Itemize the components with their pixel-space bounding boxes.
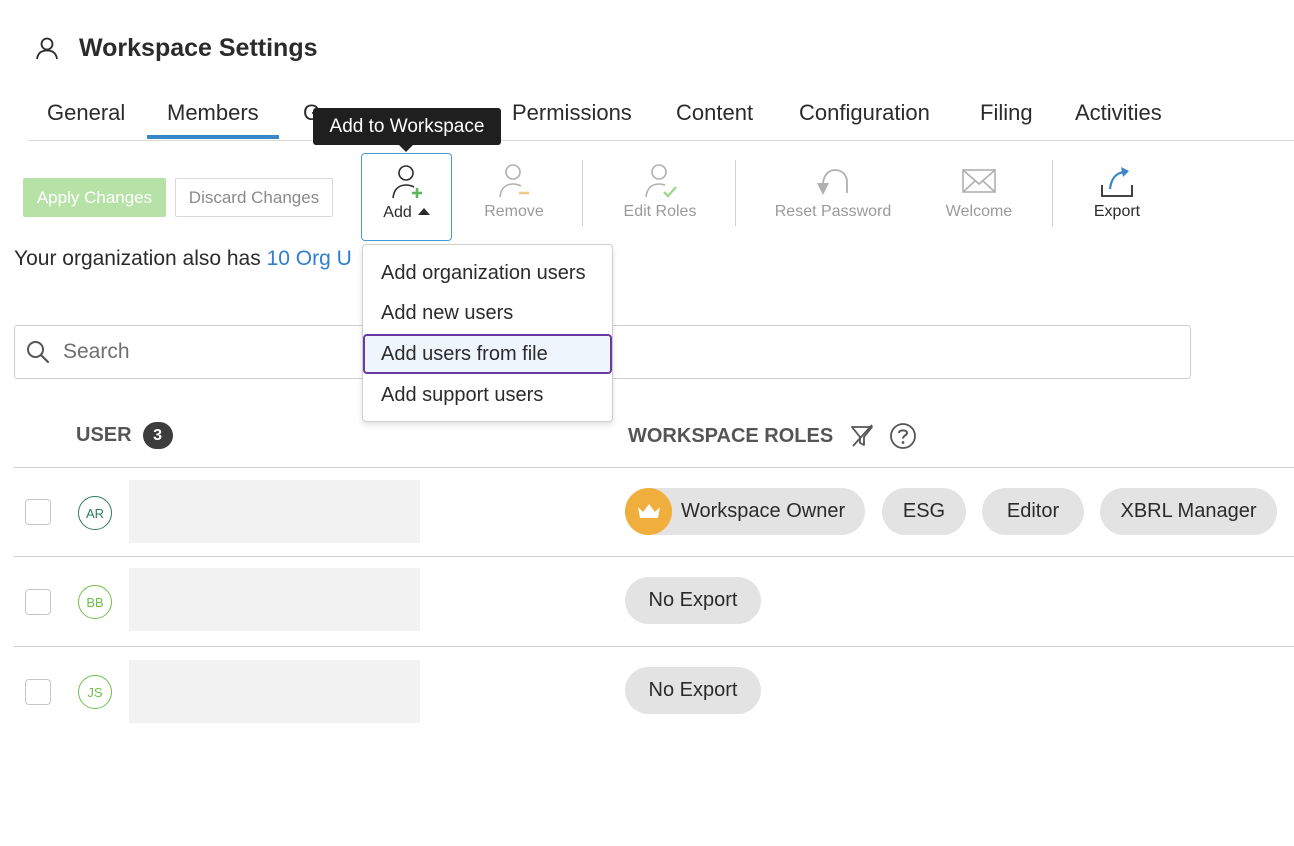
org-users-notice: Your organization also has 10 Org U — [14, 247, 352, 271]
help-icon[interactable] — [889, 422, 917, 450]
menu-item-add-support-users[interactable]: Add support users — [363, 375, 612, 415]
row-checkbox[interactable] — [25, 499, 51, 525]
add-button-label: Add — [383, 204, 412, 221]
reset-icon — [817, 169, 848, 195]
add-menu: Add organization users Add new users Add… — [362, 244, 613, 422]
user-name-redacted — [129, 480, 420, 543]
remove-user-icon — [499, 164, 529, 198]
user-column-header: USER 3 — [76, 422, 173, 449]
menu-item-add-users-from-file[interactable]: Add users from file — [363, 334, 612, 374]
row-divider — [14, 556, 1294, 557]
edit-roles-label: Edit Roles — [623, 203, 697, 220]
user-header-label: USER — [76, 424, 132, 446]
avatar: AR — [78, 496, 112, 530]
role-pill-esg: ESG — [882, 488, 966, 535]
remove-label: Remove — [484, 203, 544, 220]
edit-roles-button[interactable]: Edit Roles — [610, 153, 710, 241]
filter-off-icon[interactable] — [849, 423, 875, 449]
menu-item-add-new-users[interactable]: Add new users — [363, 293, 612, 333]
page-title: Workspace Settings — [79, 33, 318, 62]
edit-roles-icon — [645, 164, 677, 198]
add-tooltip: Add to Workspace — [313, 108, 501, 152]
tab-filing[interactable]: Filing — [980, 100, 1033, 126]
avatar: BB — [78, 585, 112, 619]
tab-activities[interactable]: Activities — [1075, 100, 1162, 126]
toolbar-divider — [1052, 160, 1053, 226]
tab-general[interactable]: General — [47, 100, 125, 126]
welcome-label: Welcome — [945, 203, 1013, 220]
remove-button[interactable]: Remove — [474, 153, 554, 241]
org-users-link[interactable]: 10 Org U — [267, 247, 352, 270]
tab-members[interactable]: Members — [147, 100, 279, 139]
roles-header-label: WORKSPACE ROLES — [628, 424, 834, 447]
table-divider — [14, 467, 1294, 468]
user-name-redacted — [129, 660, 420, 723]
welcome-button[interactable]: Welcome — [939, 153, 1019, 241]
role-label: Workspace Owner — [681, 500, 846, 522]
page-header: Workspace Settings — [34, 30, 318, 66]
export-icon — [1101, 167, 1133, 197]
reset-password-button[interactable]: Reset Password — [770, 153, 896, 241]
role-pill-workspace-owner: Workspace Owner — [625, 488, 865, 535]
role-pill-xbrl-manager: XBRL Manager — [1100, 488, 1277, 535]
avatar: JS — [78, 675, 112, 709]
role-pill-no-export: No Export — [625, 667, 761, 714]
export-label: Export — [1093, 203, 1141, 220]
search-icon — [27, 341, 50, 364]
tab-content[interactable]: Content — [676, 100, 753, 126]
roles-column-header: WORKSPACE ROLES — [628, 422, 917, 450]
tab-bar: General Members G Permissions Content Co… — [28, 98, 1294, 141]
crown-icon — [625, 488, 672, 535]
search-input[interactable] — [61, 339, 1165, 365]
user-count-badge: 3 — [142, 422, 173, 449]
row-divider — [14, 646, 1294, 647]
export-button[interactable]: Export — [1080, 153, 1154, 241]
add-user-icon — [391, 165, 422, 199]
tab-permissions[interactable]: Permissions — [512, 100, 632, 126]
row-checkbox[interactable] — [25, 679, 51, 705]
role-pill-editor: Editor — [982, 488, 1084, 535]
row-checkbox[interactable] — [25, 589, 51, 615]
reset-password-label: Reset Password — [774, 203, 892, 220]
user-name-redacted — [129, 568, 420, 631]
apply-changes-button[interactable]: Apply Changes — [23, 178, 166, 217]
tab-configuration[interactable]: Configuration — [799, 100, 930, 126]
toolbar-divider — [582, 160, 583, 226]
role-pill-no-export: No Export — [625, 577, 761, 624]
caret-up-icon — [417, 208, 430, 215]
discard-changes-button[interactable]: Discard Changes — [175, 178, 333, 217]
user-icon — [36, 37, 58, 60]
add-button[interactable]: Add — [361, 153, 452, 241]
menu-item-add-organization-users[interactable]: Add organization users — [363, 253, 612, 293]
toolbar-divider — [735, 160, 736, 226]
notice-text: Your organization also has — [14, 247, 267, 270]
envelope-icon — [962, 169, 996, 193]
